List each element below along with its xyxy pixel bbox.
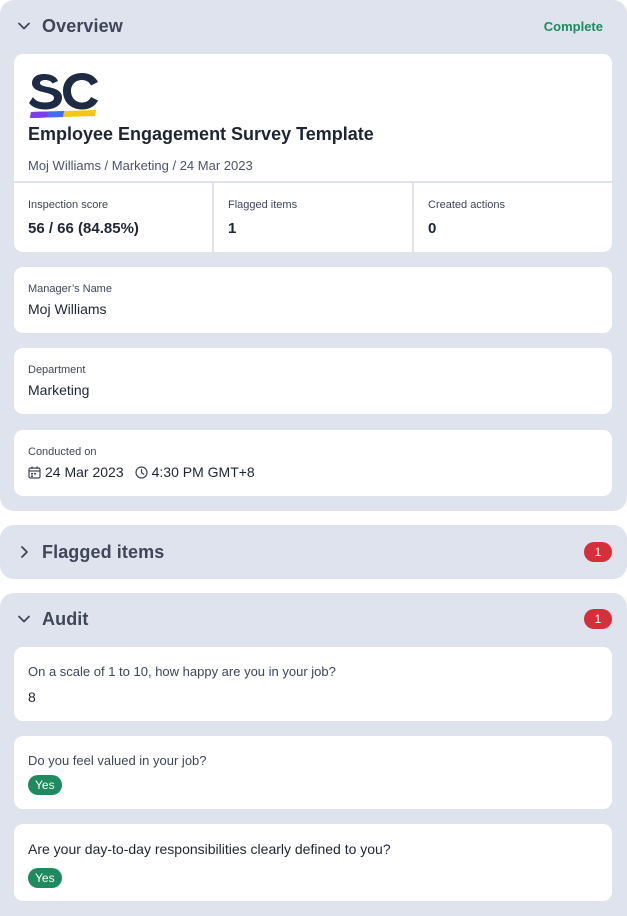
chevron-down-icon[interactable] (17, 19, 31, 33)
answer-yes-badge[interactable]: Yes (28, 775, 62, 795)
stats-row: Inspection score 56 / 66 (84.85%) Flagge… (14, 181, 612, 252)
stat-label: Created actions (428, 199, 506, 211)
overview-header[interactable]: Overview Complete (0, 0, 627, 52)
flagged-items-section: Flagged items 1 (0, 525, 627, 579)
company-logo (28, 66, 102, 120)
flagged-count-badge: 1 (584, 542, 612, 562)
overview-title: Overview (42, 15, 123, 36)
field-value: Moj Williams (28, 301, 107, 317)
report-header-card: Employee Engagement Survey Template Moj … (14, 54, 612, 252)
audit-section: Audit 1 On a scale of 1 to 10, how happy… (0, 593, 627, 916)
audit-count-badge: 1 (584, 609, 612, 629)
stat-label: Flagged items (228, 199, 298, 211)
document-title: Employee Engagement Survey Template (28, 124, 374, 144)
audit-title: Audit (42, 608, 89, 629)
department-card: Department Marketing (14, 348, 612, 414)
stat-value: 0 (428, 220, 437, 237)
flagged-items-header[interactable]: Flagged items 1 (0, 525, 627, 579)
audit-header[interactable]: Audit 1 (0, 593, 627, 645)
question-card: On a scale of 1 to 10, how happy are you… (14, 647, 612, 721)
stat-inspection-score: Inspection score 56 / 66 (84.85%) (14, 183, 214, 252)
stat-created-actions: Created actions 0 (414, 183, 612, 252)
field-label: Manager’s Name (28, 283, 112, 295)
question-card: Are your day-to-day responsibilities cle… (14, 824, 612, 901)
question-card: Do you feel valued in your job? Yes (14, 736, 612, 809)
question-text: Do you feel valued in your job? (28, 753, 207, 768)
stat-value: 1 (228, 220, 237, 237)
stat-flagged-items: Flagged items 1 (214, 183, 414, 252)
status-complete: Complete (543, 18, 603, 34)
stat-value: 56 / 66 (84.85%) (28, 220, 139, 237)
conducted-date: 24 Mar 2023 (45, 464, 124, 480)
question-text: On a scale of 1 to 10, how happy are you… (28, 664, 336, 679)
question-text: Are your day-to-day responsibilities cle… (28, 841, 391, 857)
flagged-items-title: Flagged items (42, 541, 165, 562)
conducted-time: 4:30 PM GMT+8 (151, 464, 255, 480)
manager-name-card: Manager’s Name Moj Williams (14, 267, 612, 333)
answer-value[interactable]: 8 (28, 689, 36, 705)
document-meta: Moj Williams / Marketing / 24 Mar 2023 (28, 158, 253, 173)
clock-icon (135, 465, 148, 479)
stat-label: Inspection score (28, 199, 109, 211)
chevron-right-icon[interactable] (17, 545, 31, 559)
conducted-on-card: Conducted on 24 Mar 2023 4:30 PM GMT+8 (14, 430, 612, 496)
field-label: Department (28, 364, 86, 376)
field-label: Conducted on (28, 446, 97, 458)
overview-section: Overview Complete Employee Engagement Su… (0, 0, 627, 511)
conducted-value: 24 Mar 2023 4:30 PM GMT+8 (28, 464, 255, 480)
field-value: Marketing (28, 382, 90, 398)
answer-yes-badge[interactable]: Yes (28, 868, 62, 888)
calendar-icon (28, 466, 41, 479)
chevron-down-icon[interactable] (17, 612, 31, 626)
